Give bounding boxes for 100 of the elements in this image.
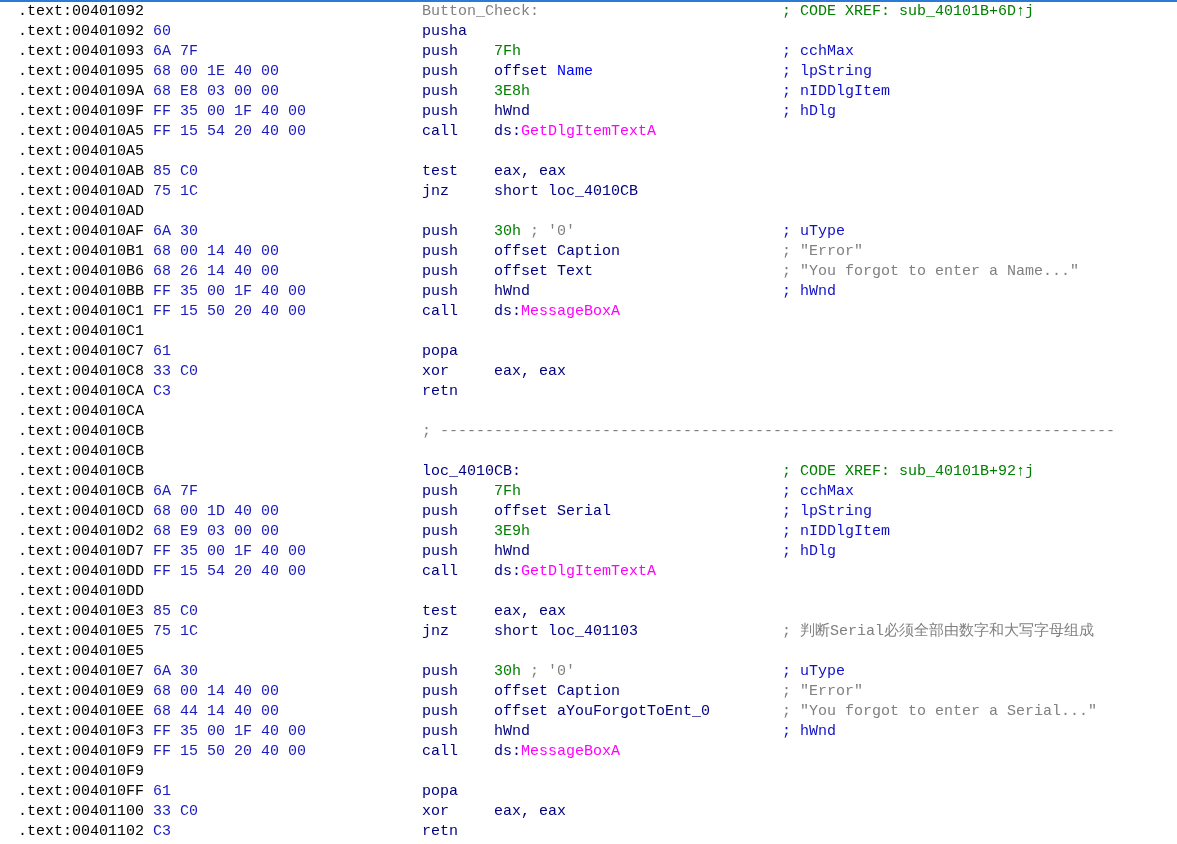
address-text: .text:004010EE: [18, 702, 146, 722]
address-text: .text:004010E7: [18, 662, 146, 682]
line-comment: ; cchMax: [782, 482, 854, 502]
line-comment: ; "Error": [782, 682, 863, 702]
instruction-operands: ds:MessageBoxA: [494, 742, 621, 762]
address-text: .text:00401092: [18, 2, 146, 22]
instruction-mnemonic: push: [422, 702, 459, 722]
instruction-mnemonic: call: [422, 562, 459, 582]
address-text: .text:00401092: [18, 22, 146, 42]
address-text: .text:004010CB: [18, 482, 146, 502]
address-text: .text:004010E9: [18, 682, 146, 702]
address-text: .text:004010C1: [18, 302, 146, 322]
address-text: .text:004010CB: [18, 442, 146, 462]
instruction-operands: 7Fh: [494, 42, 521, 62]
opcode-bytes: FF 35 00 1F 40 00: [153, 542, 308, 562]
address-text: .text:004010D2: [18, 522, 146, 542]
instruction-mnemonic: popa: [422, 782, 459, 802]
instruction-mnemonic: push: [422, 722, 459, 742]
opcode-bytes: 60: [153, 22, 172, 42]
instruction-operands: ds:GetDlgItemTextA: [494, 562, 657, 582]
address-text: .text:004010F3: [18, 722, 146, 742]
address-text: .text:004010F9: [18, 742, 146, 762]
instruction-mnemonic: popa: [422, 342, 459, 362]
opcode-bytes: 85 C0: [153, 602, 199, 622]
opcode-bytes: 75 1C: [153, 622, 199, 642]
address-text: .text:004010F9: [18, 762, 146, 782]
address-text: .text:004010CD: [18, 502, 146, 522]
address-text: .text:004010AB: [18, 162, 146, 182]
opcode-bytes: 68 44 14 40 00: [153, 702, 281, 722]
instruction-operands: short loc_401103: [494, 622, 639, 642]
instruction-operands: offset Caption: [494, 682, 621, 702]
instruction-mnemonic: xor: [422, 362, 450, 382]
opcode-bytes: FF 35 00 1F 40 00: [153, 282, 308, 302]
instruction-operands: offset aYouForgotToEnt_0: [494, 702, 711, 722]
instruction-mnemonic: jnz: [422, 182, 450, 202]
opcode-bytes: FF 35 00 1F 40 00: [153, 102, 308, 122]
opcode-bytes: 33 C0: [153, 802, 199, 822]
instruction-mnemonic: test: [422, 162, 459, 182]
address-text: .text:004010B6: [18, 262, 146, 282]
opcode-bytes: 68 00 1D 40 00: [153, 502, 281, 522]
address-text: .text:004010C1: [18, 322, 146, 342]
opcode-bytes: 61: [153, 782, 172, 802]
code-label[interactable]: loc_4010CB:: [422, 462, 522, 482]
address-text: .text:004010A5: [18, 122, 146, 142]
instruction-mnemonic: call: [422, 742, 459, 762]
line-comment: ; lpString: [782, 502, 872, 522]
instruction-operands: ds:GetDlgItemTextA: [494, 122, 657, 142]
instruction-mnemonic: push: [422, 242, 459, 262]
instruction-mnemonic: push: [422, 662, 459, 682]
opcode-bytes: 6A 30: [153, 222, 199, 242]
opcode-bytes: FF 35 00 1F 40 00: [153, 722, 308, 742]
instruction-operands: 30h ; '0': [494, 662, 576, 682]
opcode-bytes: C3: [153, 822, 172, 842]
instruction-operands: 30h ; '0': [494, 222, 576, 242]
instruction-operands: offset Name: [494, 62, 594, 82]
address-text: .text:004010A5: [18, 142, 146, 162]
instruction-mnemonic: push: [422, 482, 459, 502]
address-text: .text:00401100: [18, 802, 146, 822]
instruction-mnemonic: push: [422, 542, 459, 562]
opcode-bytes: C3: [153, 382, 172, 402]
address-text: .text:004010DD: [18, 562, 146, 582]
address-text: .text:004010CB: [18, 422, 146, 442]
line-comment: ; nIDDlgItem: [782, 82, 891, 102]
line-comment: ; "You forgot to enter a Name...": [782, 262, 1080, 282]
address-text: .text:00401095: [18, 62, 146, 82]
line-comment: ; uType: [782, 222, 845, 242]
address-text: .text:004010AD: [18, 202, 146, 222]
address-text: .text:004010AF: [18, 222, 146, 242]
line-comment: ; hWnd: [782, 722, 836, 742]
line-comment: ; "Error": [782, 242, 863, 262]
address-text: .text:004010FF: [18, 782, 146, 802]
line-comment: ; nIDDlgItem: [782, 522, 891, 542]
line-comment: ; lpString: [782, 62, 872, 82]
instruction-operands: offset Text: [494, 262, 594, 282]
address-text: .text:004010B1: [18, 242, 146, 262]
opcode-bytes: 85 C0: [153, 162, 199, 182]
instruction-operands: hWnd: [494, 722, 530, 742]
address-text: .text:004010DD: [18, 582, 146, 602]
opcode-bytes: 68 E9 03 00 00: [153, 522, 281, 542]
code-label[interactable]: Button_Check:: [422, 2, 540, 22]
address-text: .text:004010BB: [18, 282, 146, 302]
instruction-mnemonic: call: [422, 302, 459, 322]
address-text: .text:004010AD: [18, 182, 146, 202]
instruction-mnemonic: push: [422, 42, 459, 62]
opcode-bytes: 68 00 1E 40 00: [153, 62, 281, 82]
opcode-bytes: FF 15 54 20 40 00: [153, 122, 308, 142]
instruction-operands: eax, eax: [494, 602, 566, 622]
opcode-bytes: 68 E8 03 00 00: [153, 82, 281, 102]
opcode-bytes: FF 15 50 20 40 00: [153, 302, 308, 322]
opcode-bytes: 6A 7F: [153, 42, 199, 62]
instruction-operands: short loc_4010CB: [494, 182, 639, 202]
address-text: .text:004010CA: [18, 402, 146, 422]
address-text: .text:004010D7: [18, 542, 146, 562]
instruction-operands: 3E8h: [494, 82, 530, 102]
address-text: .text:004010C8: [18, 362, 146, 382]
instruction-mnemonic: call: [422, 122, 459, 142]
line-comment: ; hDlg: [782, 102, 836, 122]
line-comment: ; "You forgot to enter a Serial...": [782, 702, 1098, 722]
instruction-mnemonic: push: [422, 222, 459, 242]
instruction-operands: offset Serial: [494, 502, 612, 522]
